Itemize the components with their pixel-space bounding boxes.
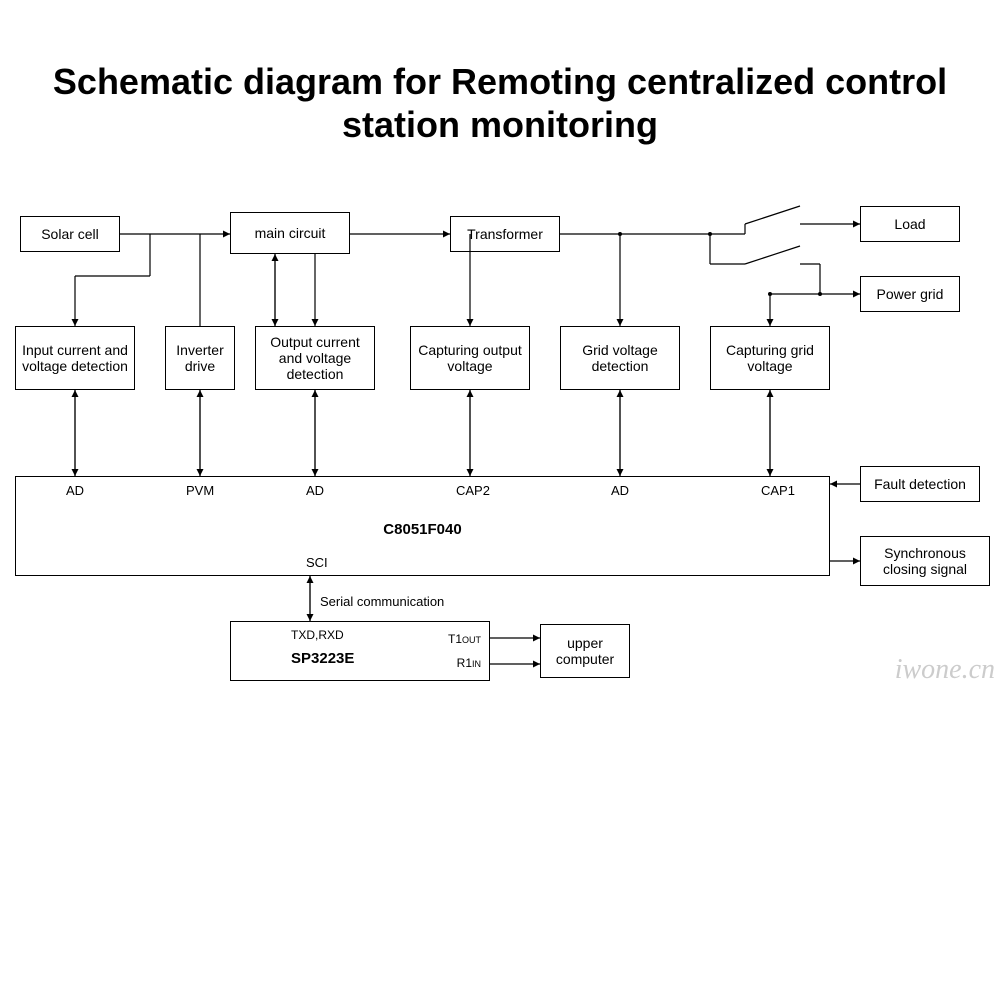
block-output-detection: Output current and voltage detection [255,326,375,390]
port-cap1: CAP1 [761,483,795,498]
block-fault-detection: Fault detection [860,466,980,502]
block-power-grid: Power grid [860,276,960,312]
block-inverter-drive: Inverter drive [165,326,235,390]
label-r1in: R1IN [457,656,481,670]
block-capturing-output: Capturing output voltage [410,326,530,390]
diagram-canvas: Solar cell main circuit Transformer Load… [0,186,1000,886]
port-ad1: AD [66,483,84,498]
port-sci: SCI [306,555,328,570]
diagram-title: Schematic diagram for Remoting centraliz… [0,0,1000,186]
block-load: Load [860,206,960,242]
block-grid-voltage: Grid voltage detection [560,326,680,390]
chip-name: SP3223E [291,650,354,667]
mcu-name: C8051F040 [383,521,461,538]
block-transformer: Transformer [450,216,560,252]
port-cap2: CAP2 [456,483,490,498]
block-mcu: AD PVM AD CAP2 AD CAP1 C8051F040 SCI [15,476,830,576]
block-main-circuit: main circuit [230,212,350,254]
port-ad2: AD [306,483,324,498]
label-txd-rxd: TXD,RXD [291,628,344,642]
block-input-detection: Input current and voltage detection [15,326,135,390]
block-capturing-grid: Capturing grid voltage [710,326,830,390]
port-ad3: AD [611,483,629,498]
block-upper-computer: upper computer [540,624,630,678]
label-t1out: T1OUT [448,632,481,646]
block-sp3223e: TXD,RXD SP3223E T1OUT R1IN [230,621,490,681]
watermark: iwone.cn [895,654,995,686]
port-pvm: PVM [186,483,214,498]
block-sync-closing: Synchronous closing signal [860,536,990,586]
label-serial-comm: Serial communication [320,594,444,609]
block-solar-cell: Solar cell [20,216,120,252]
